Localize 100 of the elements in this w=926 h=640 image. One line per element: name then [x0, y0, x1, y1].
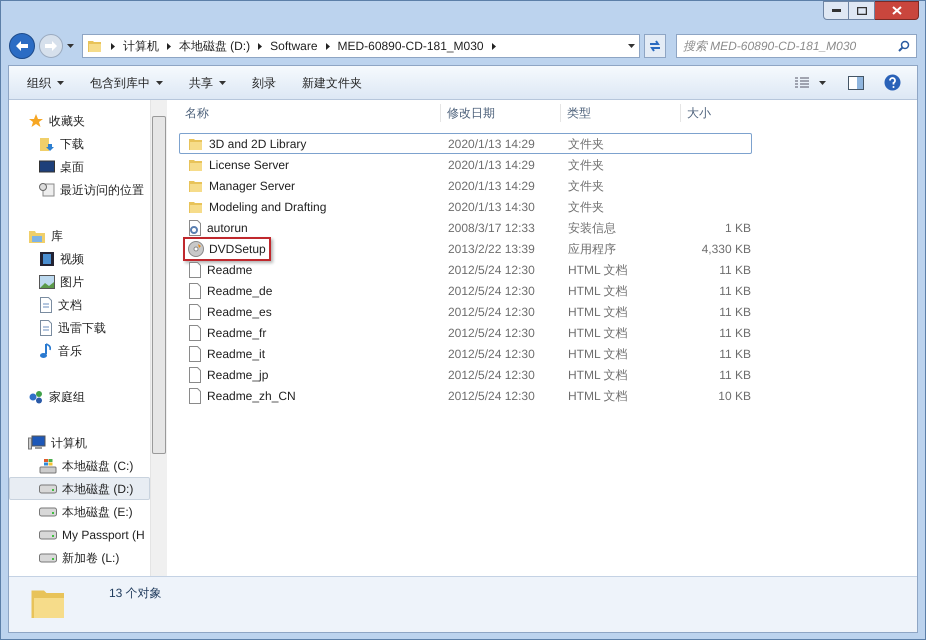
- file-row[interactable]: Readme_it 2012/5/24 12:30 HTML 文档 11 KB: [179, 343, 752, 364]
- file-type: HTML 文档: [567, 388, 629, 404]
- file-date: 2012/5/24 12:30: [447, 366, 536, 384]
- toolbar-button[interactable]: 包含到库中: [82, 70, 171, 96]
- file-row[interactable]: Manager Server 2020/1/13 14:29 文件夹: [179, 175, 752, 196]
- chevron-icon: [326, 42, 330, 50]
- nav-item[interactable]: 桌面: [9, 155, 150, 178]
- pane-icon: [848, 76, 864, 90]
- search-input[interactable]: 搜索 MED-60890-CD-181_M030: [682, 37, 898, 55]
- file-row[interactable]: Readme_es 2012/5/24 12:30 HTML 文档 11 KB: [179, 301, 752, 322]
- nav-item[interactable]: 文档: [9, 293, 150, 316]
- file-size: 11 KB: [719, 326, 751, 340]
- chevron-icon: [258, 42, 262, 50]
- file-date: 2020/1/13 14:29: [447, 178, 536, 194]
- column-header[interactable]: 大小: [681, 104, 756, 122]
- column-header[interactable]: 名称: [179, 104, 441, 122]
- music-note-icon: [39, 342, 53, 358]
- toolbar-button[interactable]: 组织: [19, 70, 72, 96]
- file-name: Readme_zh_CN: [207, 388, 296, 404]
- file-type: HTML 文档: [567, 346, 629, 362]
- breadcrumb-item[interactable]: 本地磁盘 (D:): [178, 37, 250, 55]
- nav-item[interactable]: 视频: [9, 247, 150, 270]
- file-row[interactable]: License Server 2020/1/13 14:29 文件夹: [179, 154, 752, 175]
- breadcrumb-item[interactable]: 计算机: [122, 37, 159, 55]
- chevron-icon: [166, 42, 171, 50]
- breadcrumb-item[interactable]: Software: [270, 37, 318, 55]
- file-row[interactable]: Readme_jp 2012/5/24 12:30 HTML 文档 11 KB: [179, 364, 752, 385]
- file-date: 2020/1/13 14:29: [447, 156, 536, 174]
- star-icon: [28, 112, 44, 128]
- address-bar[interactable]: 计算机 本地磁盘 (D:) Software MED-60890-CD-181_M030: [82, 34, 640, 58]
- scrollbar[interactable]: [150, 100, 167, 576]
- breadcrumb-item[interactable]: MED-60890-CD-181_M030: [338, 37, 484, 55]
- nav-item[interactable]: 本地磁盘 (D:): [9, 477, 150, 500]
- nav-group-label[interactable]: 库: [51, 226, 63, 244]
- file-type: HTML 文档: [567, 304, 629, 320]
- file-date: 2020/1/13 14:30: [447, 198, 536, 216]
- nav-item[interactable]: My Passport (H: [9, 523, 150, 546]
- scroll-thumb[interactable]: [152, 116, 166, 454]
- file-name: 3D and 2D Library: [209, 136, 306, 152]
- file-type: 应用程序: [567, 240, 617, 258]
- file-row[interactable]: Readme_zh_CN 2012/5/24 12:30 HTML 文档 10 KB: [179, 385, 752, 406]
- close-button[interactable]: [875, 1, 919, 20]
- download-folder-icon: [39, 136, 55, 152]
- file-row[interactable]: 3D and 2D Library 2020/1/13 14:29 文件夹: [179, 133, 752, 154]
- file-row[interactable]: Readme 2012/5/24 12:30 HTML 文档 11 KB: [179, 259, 752, 280]
- help-icon: [884, 74, 901, 91]
- document-icon: [39, 296, 53, 312]
- file-date: 2012/5/24 12:30: [447, 304, 536, 320]
- column-header[interactable]: 类型: [561, 104, 681, 122]
- file-name: Readme_it: [207, 346, 266, 362]
- file-row[interactable]: autorun 2008/3/17 12:33 安装信息 1 KB: [179, 217, 752, 238]
- computer-icon: [28, 434, 46, 450]
- file-icon: [188, 262, 202, 278]
- caret-icon: [66, 44, 74, 48]
- nav-group-label[interactable]: 家庭组: [49, 388, 85, 406]
- toolbar-button[interactable]: 共享: [181, 70, 234, 96]
- back-button[interactable]: [9, 33, 35, 59]
- toolbar-button[interactable]: 刻录: [244, 70, 284, 96]
- nav-item[interactable]: 迅雷下载: [9, 316, 150, 339]
- file-size: 1 KB: [724, 220, 751, 234]
- refresh-button[interactable]: [644, 34, 666, 58]
- maximize-button[interactable]: [849, 1, 875, 20]
- list-view-icon: [795, 76, 809, 88]
- file-row[interactable]: DVDSetup 2013/2/22 13:39 应用程序 4,330 KB: [179, 238, 752, 259]
- maximize-icon: [856, 6, 866, 14]
- file-name: Readme_fr: [207, 324, 266, 342]
- close-icon: [892, 6, 902, 15]
- nav-item[interactable]: 本地磁盘 (C:): [9, 454, 150, 477]
- search-field[interactable]: 搜索 MED-60890-CD-181_M030: [676, 34, 917, 58]
- file-icon: [188, 366, 202, 382]
- minimize-button[interactable]: [823, 1, 849, 20]
- nav-group-label[interactable]: 计算机: [51, 434, 87, 452]
- right-arrow-icon: [44, 41, 57, 51]
- file-row[interactable]: Modeling and Drafting 2020/1/13 14:30 文件夹: [179, 196, 752, 217]
- nav-group-label[interactable]: 收藏夹: [49, 112, 85, 130]
- clock-document-icon: [39, 182, 55, 198]
- toolbar-button[interactable]: 新建文件夹: [294, 70, 370, 96]
- system-drive-icon: [39, 458, 57, 474]
- nav-item[interactable]: 最近访问的位置: [9, 178, 150, 201]
- nav-item[interactable]: 图片: [9, 270, 150, 293]
- nav-item[interactable]: 本地磁盘 (E:): [9, 500, 150, 523]
- chevron-icon: [110, 42, 115, 50]
- file-date: 2012/5/24 12:30: [447, 346, 536, 362]
- file-name: License Server: [209, 156, 290, 174]
- file-icon: [188, 304, 202, 320]
- nav-item[interactable]: 下载: [9, 132, 150, 155]
- file-date: 2008/3/17 12:33: [447, 220, 536, 236]
- file-row[interactable]: Readme_de 2012/5/24 12:30 HTML 文档 11 KB: [179, 280, 752, 301]
- nav-item[interactable]: 新加卷 (L:): [9, 546, 150, 569]
- file-name: Readme: [207, 262, 252, 278]
- item-count: 13 个对象: [109, 585, 162, 602]
- file-date: 2020/1/13 14:29: [447, 136, 536, 152]
- column-header[interactable]: 修改日期: [441, 104, 561, 122]
- file-name: DVDSetup: [209, 240, 266, 258]
- nav-item[interactable]: 音乐: [9, 339, 150, 362]
- chevron-icon: [492, 42, 496, 50]
- file-icon: [188, 324, 202, 340]
- left-arrow-icon: [16, 41, 28, 51]
- file-type: 文件夹: [567, 198, 605, 216]
- file-row[interactable]: Readme_fr 2012/5/24 12:30 HTML 文档 11 KB: [179, 322, 752, 343]
